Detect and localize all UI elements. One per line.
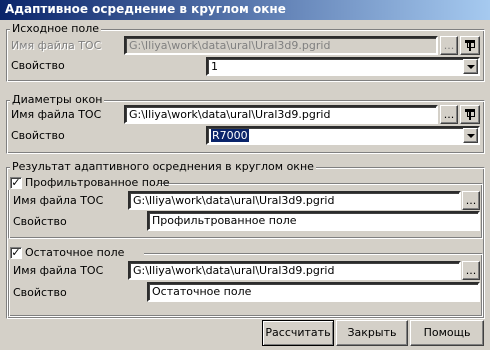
residual-browse-button[interactable]: ... xyxy=(462,261,480,280)
diameters-pin-button[interactable] xyxy=(460,105,480,124)
filtered-property-field[interactable]: Профильтрованное поле xyxy=(147,211,480,231)
calculate-button[interactable]: Рассчитать xyxy=(262,320,334,346)
source-file-label: Имя файла ТОС xyxy=(11,39,102,52)
residual-file-field[interactable]: G:\Iliya\work\data\ural\Ural3d9.pgrid xyxy=(128,261,461,280)
diameters-browse-button[interactable]: ... xyxy=(440,105,458,124)
chevron-down-icon xyxy=(467,65,475,69)
filtered-checkbox[interactable]: ✓ xyxy=(10,177,22,189)
residual-file-label: Имя файла ТОС xyxy=(13,264,104,277)
source-file-field: G:\Iliya\work\data\ural\Ural3d9.pgrid xyxy=(124,36,438,55)
diameters-property-select[interactable]: R7000 xyxy=(206,126,480,145)
diameters-property-label: Свойство xyxy=(11,129,65,142)
residual-title[interactable]: Остаточное поле xyxy=(25,246,124,260)
residual-property-field[interactable]: Остаточное поле xyxy=(147,282,480,302)
filtered-property-label: Свойство xyxy=(13,215,67,228)
close-button[interactable]: Закрыть xyxy=(336,320,408,346)
filtered-file-label: Имя файла ТОС xyxy=(13,194,104,207)
source-property-label: Свойство xyxy=(11,59,65,72)
diameters-property-dropdown-button[interactable] xyxy=(463,128,478,143)
filtered-title[interactable]: Профильтрованное поле xyxy=(25,176,170,190)
source-group-title: Исходное поле xyxy=(10,22,102,35)
window-title: Адаптивное осреднение в круглом окне xyxy=(5,2,286,16)
source-pin-button[interactable] xyxy=(460,36,480,55)
chevron-down-icon xyxy=(467,134,475,138)
source-property-dropdown-button[interactable] xyxy=(463,59,478,74)
filtered-file-field[interactable]: G:\Iliya\work\data\ural\Ural3d9.pgrid xyxy=(128,191,461,210)
diameters-file-label: Имя файла ТОС xyxy=(11,108,102,121)
filtered-browse-button[interactable]: ... xyxy=(462,191,480,210)
residual-checkbox[interactable]: ✓ xyxy=(10,247,22,259)
residual-property-label: Свойство xyxy=(13,286,67,299)
diameters-group-title: Диаметры окон xyxy=(10,93,105,106)
diameters-file-field[interactable]: G:\Iliya\work\data\ural\Ural3d9.pgrid xyxy=(124,105,438,124)
source-browse-button: ... xyxy=(440,36,458,55)
result-group-title: Результат адаптивного осреднения в кругл… xyxy=(10,160,316,173)
title-bar[interactable]: Адаптивное осреднение в круглом окне xyxy=(0,0,490,20)
source-property-select[interactable]: 1 xyxy=(206,57,480,76)
help-button[interactable]: Помощь xyxy=(410,320,484,346)
